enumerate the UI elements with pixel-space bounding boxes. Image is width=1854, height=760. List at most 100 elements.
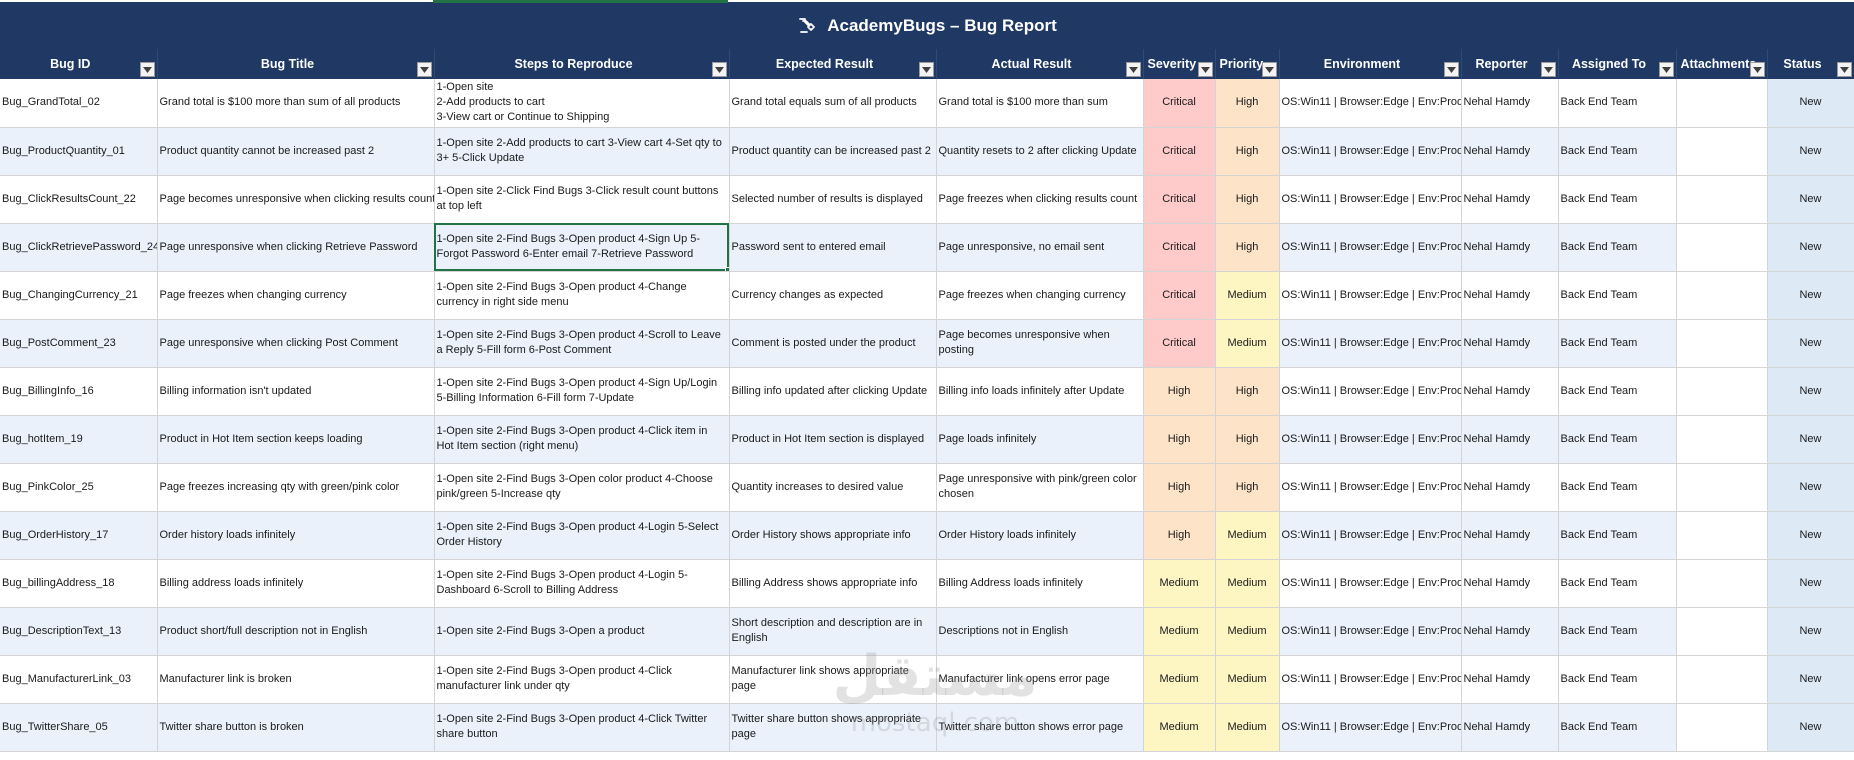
- cell-steps[interactable]: 1-Open site 2-Find Bugs 3-Open color pro…: [434, 463, 730, 512]
- cell-environment[interactable]: OS:Win11 | Browser:Edge | Env:Prod: [1279, 463, 1462, 512]
- cell-expected-result[interactable]: Short description and description are in…: [729, 607, 937, 656]
- cell-priority[interactable]: High: [1215, 463, 1280, 512]
- cell-actual-result[interactable]: Page freezes when changing currency: [936, 271, 1144, 320]
- filter-dropdown-icon[interactable]: [1443, 62, 1459, 77]
- cell-actual-result[interactable]: Grand total is $100 more than sum: [936, 79, 1144, 128]
- cell-priority[interactable]: High: [1215, 367, 1280, 416]
- cell-steps[interactable]: 1-Open site 2-Find Bugs 3-Open product 4…: [434, 319, 730, 368]
- cell-steps[interactable]: 1-Open site 2-Add products to cart 3-View …: [434, 79, 730, 128]
- cell-expected-result[interactable]: Product in Hot Item section is displayed: [729, 415, 937, 464]
- cell-bug-id[interactable]: Bug_billingAddress_18: [0, 559, 158, 608]
- cell-reporter[interactable]: Nehal Hamdy: [1461, 79, 1559, 128]
- cell-bug-title[interactable]: Page becomes unresponsive when clicking …: [157, 175, 435, 224]
- cell-expected-result[interactable]: Billing Address shows appropriate info: [729, 559, 937, 608]
- filter-dropdown-icon[interactable]: [1197, 62, 1213, 77]
- cell-assigned-to[interactable]: Back End Team: [1558, 655, 1677, 704]
- cell-bug-title[interactable]: Product short/full description not in En…: [157, 607, 435, 656]
- cell-status[interactable]: New: [1767, 463, 1854, 512]
- cell-status[interactable]: New: [1767, 607, 1854, 656]
- cell-attachments[interactable]: [1676, 415, 1768, 464]
- cell-severity[interactable]: Medium: [1143, 703, 1216, 752]
- cell-status[interactable]: New: [1767, 703, 1854, 752]
- cell-priority[interactable]: Medium: [1215, 655, 1280, 704]
- cell-bug-id[interactable]: Bug_PostComment_23: [0, 319, 158, 368]
- cell-priority[interactable]: High: [1215, 79, 1280, 128]
- cell-reporter[interactable]: Nehal Hamdy: [1461, 271, 1559, 320]
- cell-actual-result[interactable]: Order History loads infinitely: [936, 511, 1144, 560]
- cell-reporter[interactable]: Nehal Hamdy: [1461, 175, 1559, 224]
- cell-steps[interactable]: 1-Open site 2-Click Find Bugs 3-Click re…: [434, 175, 730, 224]
- cell-status[interactable]: New: [1767, 79, 1854, 128]
- cell-status[interactable]: New: [1767, 559, 1854, 608]
- cell-attachments[interactable]: [1676, 655, 1768, 704]
- column-header-severity[interactable]: Severity: [1143, 49, 1216, 79]
- cell-attachments[interactable]: [1676, 559, 1768, 608]
- cell-bug-id[interactable]: Bug_GrandTotal_02: [0, 79, 158, 128]
- cell-bug-id[interactable]: Bug_PinkColor_25: [0, 463, 158, 512]
- cell-environment[interactable]: OS:Win11 | Browser:Edge | Env:Prod: [1279, 607, 1462, 656]
- cell-reporter[interactable]: Nehal Hamdy: [1461, 511, 1559, 560]
- cell-steps[interactable]: 1-Open site 2-Find Bugs 3-Open product 4…: [434, 559, 730, 608]
- cell-assigned-to[interactable]: Back End Team: [1558, 127, 1677, 176]
- cell-attachments[interactable]: [1676, 463, 1768, 512]
- cell-bug-title[interactable]: Twitter share button is broken: [157, 703, 435, 752]
- cell-actual-result[interactable]: Billing info loads infinitely after Upda…: [936, 367, 1144, 416]
- cell-bug-title[interactable]: Product quantity cannot be increased pas…: [157, 127, 435, 176]
- cell-severity[interactable]: Medium: [1143, 559, 1216, 608]
- filter-dropdown-icon[interactable]: [711, 62, 727, 77]
- cell-reporter[interactable]: Nehal Hamdy: [1461, 655, 1559, 704]
- cell-steps[interactable]: 1-Open site 2-Add products to cart 3-Vie…: [434, 127, 730, 176]
- cell-priority[interactable]: Medium: [1215, 271, 1280, 320]
- cell-environment[interactable]: OS:Win11 | Browser:Edge | Env:Prod: [1279, 703, 1462, 752]
- cell-steps[interactable]: 1-Open site 2-Find Bugs 3-Open product 4…: [434, 511, 730, 560]
- filter-dropdown-icon[interactable]: [1658, 62, 1674, 77]
- cell-priority[interactable]: Medium: [1215, 559, 1280, 608]
- cell-environment[interactable]: OS:Win11 | Browser:Edge | Env:Prod: [1279, 175, 1462, 224]
- cell-assigned-to[interactable]: Back End Team: [1558, 511, 1677, 560]
- cell-status[interactable]: New: [1767, 271, 1854, 320]
- column-header-attachments[interactable]: Attachments: [1676, 49, 1768, 79]
- cell-status[interactable]: New: [1767, 367, 1854, 416]
- cell-bug-id[interactable]: Bug_ManufacturerLink_03: [0, 655, 158, 704]
- cell-status[interactable]: New: [1767, 175, 1854, 224]
- cell-actual-result[interactable]: Page unresponsive, no email sent: [936, 223, 1144, 272]
- column-header-expected-result[interactable]: Expected Result: [729, 49, 937, 79]
- cell-attachments[interactable]: [1676, 223, 1768, 272]
- cell-steps[interactable]: 1-Open site 2-Find Bugs 3-Open product 4…: [434, 223, 730, 272]
- cell-reporter[interactable]: Nehal Hamdy: [1461, 463, 1559, 512]
- cell-expected-result[interactable]: Comment is posted under the product: [729, 319, 937, 368]
- cell-environment[interactable]: OS:Win11 | Browser:Edge | Env:Prod: [1279, 223, 1462, 272]
- cell-status[interactable]: New: [1767, 511, 1854, 560]
- column-header-bug-title[interactable]: Bug Title: [157, 49, 435, 79]
- cell-steps[interactable]: 1-Open site 2-Find Bugs 3-Open a product: [434, 607, 730, 656]
- cell-reporter[interactable]: Nehal Hamdy: [1461, 607, 1559, 656]
- cell-attachments[interactable]: [1676, 319, 1768, 368]
- cell-reporter[interactable]: Nehal Hamdy: [1461, 319, 1559, 368]
- cell-attachments[interactable]: [1676, 607, 1768, 656]
- cell-attachments[interactable]: [1676, 367, 1768, 416]
- cell-actual-result[interactable]: Manufacturer link opens error page: [936, 655, 1144, 704]
- cell-expected-result[interactable]: Product quantity can be increased past 2: [729, 127, 937, 176]
- cell-expected-result[interactable]: Twitter share button shows appropriate p…: [729, 703, 937, 752]
- cell-priority[interactable]: High: [1215, 415, 1280, 464]
- cell-bug-id[interactable]: Bug_ClickRetrievePassword_24: [0, 223, 158, 272]
- cell-attachments[interactable]: [1676, 703, 1768, 752]
- cell-bug-title[interactable]: Page freezes when changing currency: [157, 271, 435, 320]
- cell-bug-title[interactable]: Manufacturer link is broken: [157, 655, 435, 704]
- cell-actual-result[interactable]: Page unresponsive with pink/green color …: [936, 463, 1144, 512]
- cell-reporter[interactable]: Nehal Hamdy: [1461, 223, 1559, 272]
- cell-priority[interactable]: Medium: [1215, 319, 1280, 368]
- cell-status[interactable]: New: [1767, 223, 1854, 272]
- cell-severity[interactable]: High: [1143, 511, 1216, 560]
- cell-bug-title[interactable]: Billing information isn't updated: [157, 367, 435, 416]
- cell-bug-id[interactable]: Bug_TwitterShare_05: [0, 703, 158, 752]
- filter-dropdown-icon[interactable]: [918, 62, 934, 77]
- cell-reporter[interactable]: Nehal Hamdy: [1461, 127, 1559, 176]
- cell-actual-result[interactable]: Page loads infinitely: [936, 415, 1144, 464]
- cell-environment[interactable]: OS:Win11 | Browser:Edge | Env:Prod: [1279, 79, 1462, 128]
- cell-priority[interactable]: Medium: [1215, 607, 1280, 656]
- cell-expected-result[interactable]: Password sent to entered email: [729, 223, 937, 272]
- column-header-bug-id[interactable]: Bug ID: [0, 49, 158, 79]
- cell-environment[interactable]: OS:Win11 | Browser:Edge | Env:Prod: [1279, 655, 1462, 704]
- filter-dropdown-icon[interactable]: [139, 62, 155, 77]
